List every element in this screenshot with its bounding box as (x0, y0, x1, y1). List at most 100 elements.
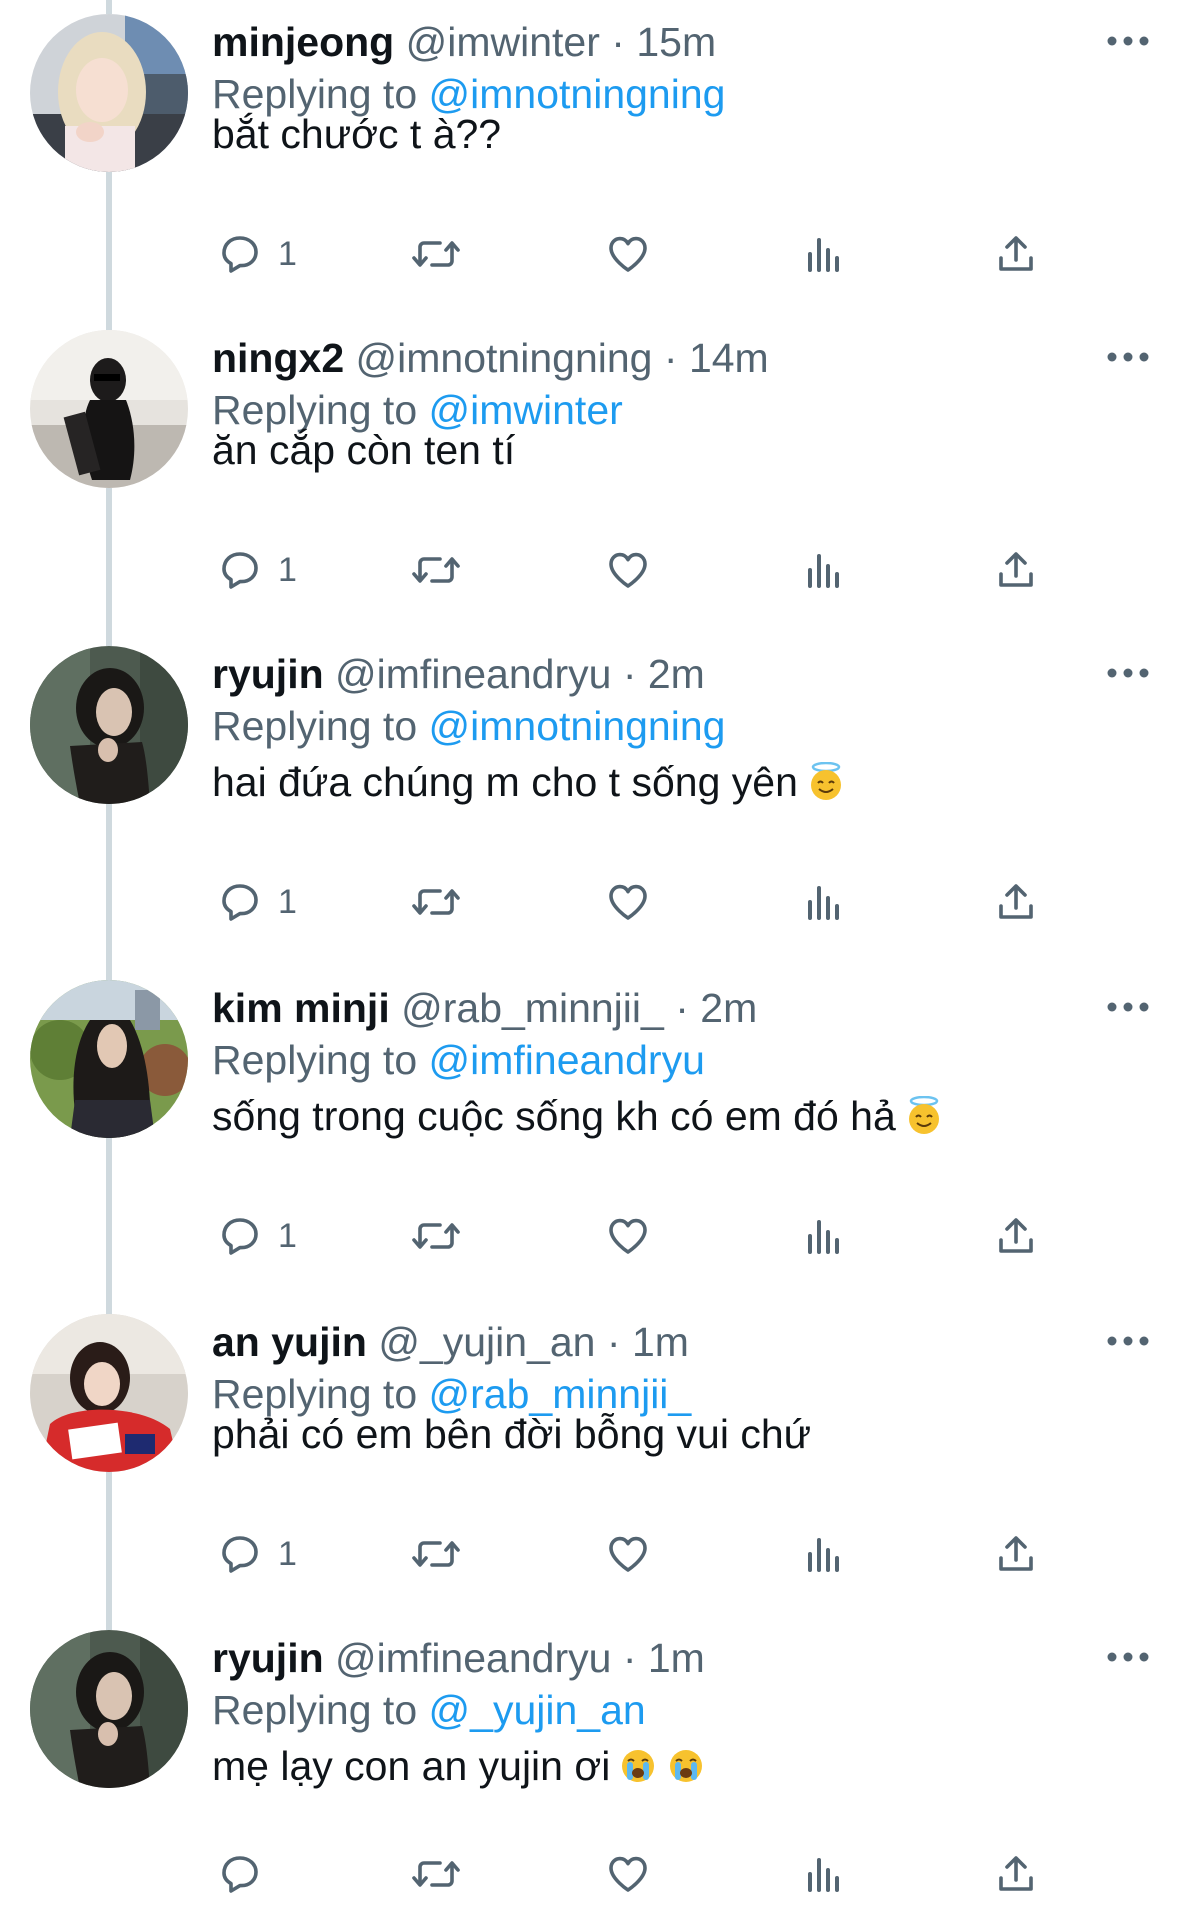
avatar[interactable] (30, 330, 188, 488)
timestamp[interactable]: 1m (648, 1635, 705, 1681)
retweet-button[interactable] (408, 1208, 464, 1264)
display-name[interactable]: kim minji (212, 985, 390, 1031)
like-button[interactable] (604, 1208, 652, 1264)
replying-to-label: Replying to (212, 1687, 418, 1733)
reply-button[interactable]: 1 (216, 1526, 297, 1582)
mention-link[interactable]: @imfineandryu (429, 1037, 705, 1083)
tweet[interactable]: an yujin @_yujin_an · 1m Replying to @ra… (0, 1300, 1179, 1616)
thread-line (106, 1472, 112, 1616)
heart-icon (609, 552, 647, 588)
thread-line (106, 804, 112, 966)
tweet[interactable]: ningx2 @imnotningning · 14m Replying to … (0, 316, 1179, 632)
share-icon (999, 1536, 1033, 1571)
tweet-text-content: mẹ lạy con an yujin ơi (212, 1743, 611, 1789)
share-button[interactable] (992, 1846, 1040, 1902)
thread-line (106, 966, 112, 980)
retweet-button[interactable] (408, 226, 464, 282)
share-button[interactable] (992, 1208, 1040, 1264)
more-icon (1107, 668, 1149, 678)
mention-link[interactable]: @imnotningning (429, 703, 726, 749)
display-name[interactable]: ryujin (212, 651, 324, 697)
retweet-button[interactable] (408, 1526, 464, 1582)
tweet-text: sống trong cuộc sống kh có em đó hả (212, 1090, 944, 1142)
timestamp[interactable]: 2m (700, 985, 757, 1031)
views-button[interactable] (800, 1526, 848, 1582)
more-button[interactable] (1105, 342, 1151, 372)
more-button[interactable] (1105, 992, 1151, 1022)
views-button[interactable] (800, 1208, 848, 1264)
tweet[interactable]: ryujin @imfineandryu · 2m Replying to @i… (0, 632, 1179, 966)
like-button[interactable] (604, 1526, 652, 1582)
mention-link[interactable]: @_yujin_an (429, 1687, 646, 1733)
reply-icon (222, 552, 258, 589)
retweet-button[interactable] (408, 874, 464, 930)
separator-dot: · (606, 1319, 621, 1365)
separator-dot: · (622, 1635, 637, 1681)
like-button[interactable] (604, 874, 652, 930)
retweet-icon (412, 1541, 460, 1567)
avatar[interactable] (30, 1630, 188, 1788)
views-button[interactable] (800, 874, 848, 930)
timestamp[interactable]: 2m (648, 651, 705, 697)
more-button[interactable] (1105, 1642, 1151, 1672)
display-name[interactable]: an yujin (212, 1319, 367, 1365)
retweet-button[interactable] (408, 542, 464, 598)
thread-line (106, 488, 112, 632)
retweet-button[interactable] (408, 1846, 464, 1902)
avatar[interactable] (30, 980, 188, 1138)
display-name[interactable]: minjeong (212, 19, 394, 65)
user-handle[interactable]: @imnotningning (356, 335, 653, 381)
display-name[interactable]: ningx2 (212, 335, 344, 381)
display-name[interactable]: ryujin (212, 1635, 324, 1681)
retweet-icon (412, 557, 460, 583)
tweet-text-content: ăn cắp còn ten tí (212, 427, 516, 473)
more-icon (1107, 1652, 1149, 1662)
reply-button[interactable] (216, 1846, 278, 1902)
heart-icon (609, 1536, 647, 1572)
share-icon (999, 1856, 1033, 1891)
user-handle[interactable]: @imfineandryu (335, 1635, 611, 1681)
views-icon (808, 554, 839, 588)
reply-button[interactable]: 1 (216, 226, 297, 282)
reply-button[interactable]: 1 (216, 542, 297, 598)
avatar[interactable] (30, 1314, 188, 1472)
tweet-text: ăn cắp còn ten tí (212, 424, 515, 476)
like-button[interactable] (604, 226, 652, 282)
thread-line (106, 316, 112, 330)
reply-button[interactable]: 1 (216, 1208, 297, 1264)
tweet-text-content: sống trong cuộc sống kh có em đó hả (212, 1093, 896, 1139)
reply-icon (222, 1856, 258, 1893)
views-button[interactable] (800, 542, 848, 598)
more-button[interactable] (1105, 658, 1151, 688)
user-handle[interactable]: @imwinter (406, 19, 600, 65)
views-button[interactable] (800, 1846, 848, 1902)
views-button[interactable] (800, 226, 848, 282)
timestamp[interactable]: 1m (632, 1319, 689, 1365)
views-icon (808, 1220, 839, 1254)
user-handle[interactable]: @imfineandryu (335, 651, 611, 697)
user-handle[interactable]: @rab_minnjii_ (401, 985, 664, 1031)
heart-icon (609, 236, 647, 272)
share-button[interactable] (992, 874, 1040, 930)
timestamp[interactable]: 15m (636, 19, 716, 65)
like-button[interactable] (604, 542, 652, 598)
share-button[interactable] (992, 1526, 1040, 1582)
share-button[interactable] (992, 542, 1040, 598)
user-handle[interactable]: @_yujin_an (378, 1319, 595, 1365)
separator-dot: · (663, 335, 678, 381)
loudly-crying-face-emoji (670, 1750, 703, 1782)
more-button[interactable] (1105, 26, 1151, 56)
like-button[interactable] (604, 1846, 652, 1902)
tweet[interactable]: kim minji @rab_minnjii_ · 2m Replying to… (0, 966, 1179, 1300)
tweet[interactable]: minjeong @imwinter · 15m Replying to @im… (0, 0, 1179, 316)
reply-count: 1 (278, 1534, 297, 1573)
tweet[interactable]: ryujin @imfineandryu · 1m Replying to @_… (0, 1616, 1179, 1908)
separator-dot: · (622, 651, 637, 697)
share-button[interactable] (992, 226, 1040, 282)
avatar[interactable] (30, 646, 188, 804)
reply-button[interactable]: 1 (216, 874, 297, 930)
avatar[interactable] (30, 14, 188, 172)
timestamp[interactable]: 14m (689, 335, 769, 381)
reply-thread: minjeong @imwinter · 15m Replying to @im… (0, 0, 1179, 1908)
more-button[interactable] (1105, 1326, 1151, 1356)
